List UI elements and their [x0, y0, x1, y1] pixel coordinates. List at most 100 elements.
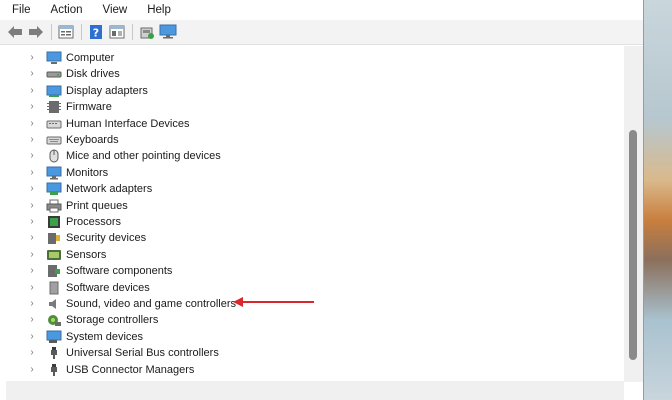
- expand-chevron-icon[interactable]: ›: [27, 315, 37, 325]
- expand-chevron-icon[interactable]: ›: [27, 118, 37, 129]
- tree-item-label: Disk drives: [66, 68, 120, 81]
- disk-drive-icon: [46, 67, 62, 81]
- menu-help[interactable]: Help: [135, 0, 179, 20]
- tree-item-label: Software components: [66, 265, 173, 278]
- toolbar-separator: [81, 24, 82, 40]
- tree-item-network-adapters[interactable]: › Network adapters: [6, 181, 566, 197]
- tree-item-label: Security devices: [66, 232, 147, 245]
- monitor-icon: [46, 166, 62, 180]
- tree-item-label: Network adapters: [66, 183, 153, 196]
- help-icon[interactable]: ?: [87, 23, 105, 41]
- expand-chevron-icon[interactable]: ›: [27, 249, 37, 260]
- computer-icon: [46, 51, 62, 65]
- scrollbar-thumb[interactable]: [629, 130, 637, 360]
- tree-item-label: System devices: [66, 330, 144, 343]
- expand-chevron-icon[interactable]: ›: [27, 135, 37, 145]
- tree-item-usb-connector-managers[interactable]: › USB Connector Managers: [6, 362, 566, 378]
- tree-item-label: Print queues: [66, 199, 128, 212]
- firmware-icon: [46, 100, 62, 114]
- tree-item-display-adapters[interactable]: › Display adapters: [6, 83, 566, 99]
- tree-item-label: Universal Serial Bus controllers: [66, 347, 219, 360]
- expand-chevron-icon[interactable]: ›: [27, 266, 37, 276]
- expand-chevron-icon[interactable]: ›: [27, 151, 37, 161]
- expand-chevron-icon[interactable]: ›: [27, 282, 37, 293]
- expand-chevron-icon[interactable]: ›: [27, 184, 37, 194]
- toolbar-separator: [51, 24, 52, 40]
- expand-chevron-icon[interactable]: ›: [27, 85, 37, 96]
- tree-item-monitors[interactable]: › Monitors: [6, 165, 566, 181]
- keyboard-icon: [46, 133, 62, 147]
- tree-item-label: Sound, video and game controllers: [66, 298, 236, 310]
- tree-item-firmware[interactable]: › Firmware: [6, 99, 566, 115]
- system-device-icon: [46, 330, 62, 344]
- tree-item-print-queues[interactable]: › Print queues: [6, 198, 566, 214]
- tree-item-sensors[interactable]: › Sensors: [6, 247, 566, 263]
- network-adapter-icon: [46, 182, 62, 196]
- vertical-scrollbar[interactable]: [624, 46, 643, 382]
- tree-item-security-devices[interactable]: › Security devices: [6, 230, 566, 246]
- svg-text:?: ?: [93, 27, 99, 40]
- mouse-icon: [46, 149, 62, 163]
- menu-action[interactable]: Action: [39, 0, 91, 20]
- menu-bar: File Action View Help: [0, 0, 643, 20]
- tree-item-storage-controllers[interactable]: › Storage controllers: [6, 312, 566, 328]
- hid-icon: [46, 117, 62, 131]
- expand-chevron-icon[interactable]: ›: [27, 102, 37, 112]
- tree-item-computer[interactable]: › Computer: [6, 50, 566, 66]
- expand-chevron-icon[interactable]: ›: [27, 200, 37, 211]
- expand-chevron-icon[interactable]: ›: [27, 53, 37, 63]
- forward-icon[interactable]: [27, 23, 45, 41]
- tree-item-label: Storage controllers: [66, 314, 159, 327]
- tree-item-software-devices[interactable]: › Software devices: [6, 280, 566, 296]
- usb-icon: [46, 363, 62, 377]
- expand-chevron-icon[interactable]: ›: [27, 233, 37, 243]
- speaker-icon: [46, 297, 62, 311]
- tree-item-label: Processors: [66, 216, 122, 228]
- tree-item-processors[interactable]: › Processors: [6, 214, 566, 230]
- expand-chevron-icon[interactable]: ›: [27, 217, 37, 227]
- tree-item-system-devices[interactable]: › System devices: [6, 329, 566, 345]
- tree-item-mice-and-other-pointing-devices[interactable]: › Mice and other pointing devices: [6, 148, 566, 164]
- security-device-icon: [46, 231, 62, 245]
- tree-item-human-interface-devices[interactable]: › Human Interface Devices: [6, 116, 566, 132]
- display-adapter-icon: [46, 84, 62, 98]
- tree-item-label: Computer: [66, 52, 115, 64]
- tree-item-label: Mice and other pointing devices: [66, 150, 221, 163]
- toolbar-separator: [132, 24, 133, 40]
- menu-file[interactable]: File: [0, 0, 39, 20]
- tree-item-label: Sensors: [66, 248, 107, 261]
- desktop-wallpaper: [640, 0, 672, 400]
- software-device-icon: [46, 281, 62, 295]
- menu-view[interactable]: View: [91, 0, 136, 20]
- expand-chevron-icon[interactable]: ›: [27, 167, 37, 178]
- expand-chevron-icon[interactable]: ›: [27, 69, 37, 79]
- toolbar: ?: [0, 20, 643, 45]
- tree-item-label: Software devices: [66, 281, 150, 294]
- tree-item-label: Monitors: [66, 166, 109, 179]
- tree-item-universal-serial-bus-controllers[interactable]: › Universal Serial Bus controllers: [6, 345, 566, 361]
- tree-item-label: Firmware: [66, 101, 112, 114]
- expand-chevron-icon[interactable]: ›: [27, 331, 37, 342]
- processor-icon: [46, 215, 62, 229]
- monitor-icon[interactable]: [159, 23, 177, 41]
- printer-icon: [46, 199, 62, 213]
- show-hide-icon[interactable]: [108, 23, 126, 41]
- tree-item-label: Keyboards: [66, 134, 119, 146]
- usb-icon: [46, 346, 62, 360]
- tree-item-label: USB Connector Managers: [66, 363, 195, 376]
- scan-hardware-icon[interactable]: [138, 23, 156, 41]
- properties-icon[interactable]: [57, 23, 75, 41]
- storage-controller-icon: [46, 313, 62, 327]
- horizontal-scrollbar[interactable]: [6, 381, 624, 400]
- expand-chevron-icon[interactable]: ›: [27, 299, 37, 309]
- expand-chevron-icon[interactable]: ›: [27, 364, 37, 375]
- red-arrow-annotation: [233, 297, 314, 307]
- tree-item-keyboards[interactable]: › Keyboards: [6, 132, 566, 148]
- tree-item-software-components[interactable]: › Software components: [6, 263, 566, 279]
- expand-chevron-icon[interactable]: ›: [27, 348, 37, 358]
- software-component-icon: [46, 264, 62, 278]
- device-tree: › Computer › Disk drives › Display adapters › F…: [6, 46, 624, 380]
- back-icon[interactable]: [6, 23, 24, 41]
- sensor-icon: [46, 248, 62, 262]
- tree-item-disk-drives[interactable]: › Disk drives: [6, 66, 566, 82]
